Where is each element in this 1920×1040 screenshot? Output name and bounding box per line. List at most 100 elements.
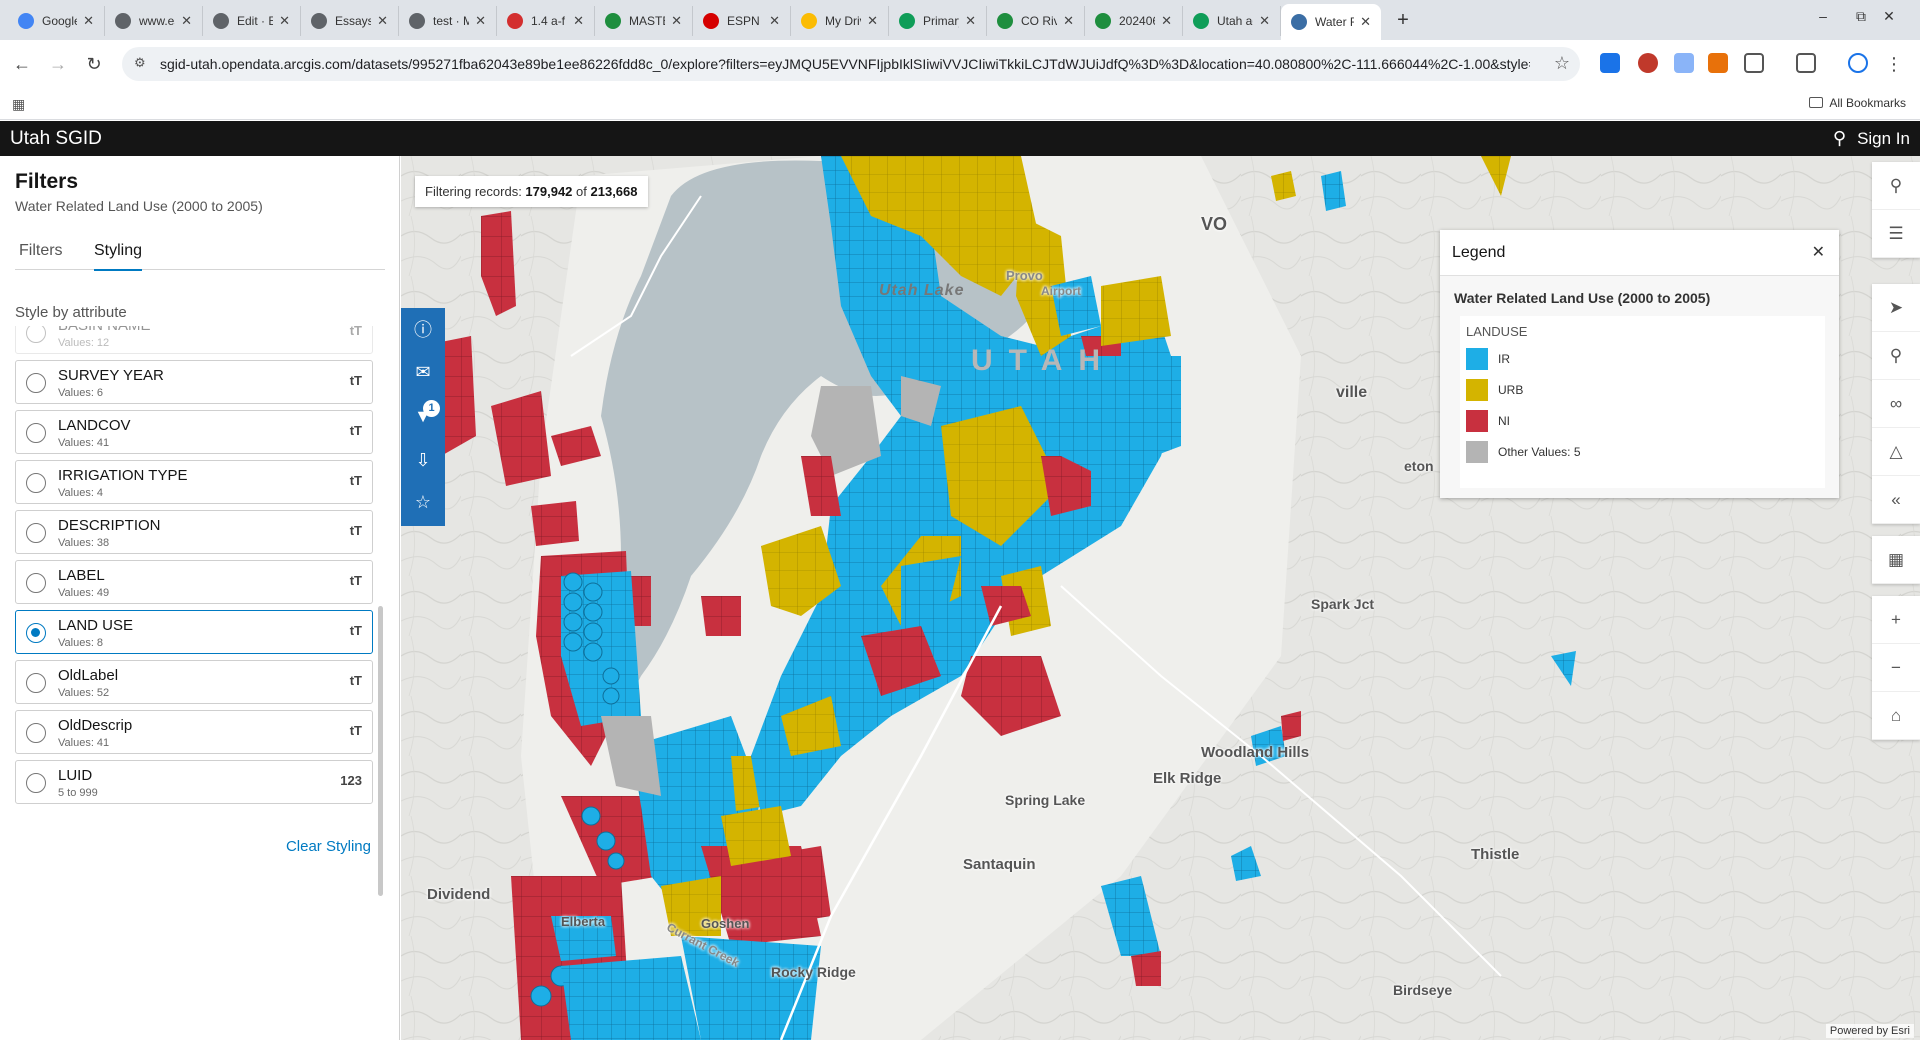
- attribute-item[interactable]: OldLabel Values: 52 tT: [15, 660, 373, 704]
- browser-tab[interactable]: test · Ma ✕: [399, 6, 497, 36]
- browser-tab[interactable]: Google C ✕: [8, 6, 105, 36]
- attribute-item[interactable]: IRRIGATION TYPE Values: 4 tT: [15, 460, 373, 504]
- favorite-star-icon[interactable]: ☆: [401, 482, 445, 522]
- attribute-item[interactable]: LAND USE Values: 8 tT: [15, 610, 373, 654]
- attribute-item[interactable]: OldDescrip Values: 41 tT: [15, 710, 373, 754]
- browser-tab[interactable]: 1.4 a-f Ex ✕: [497, 6, 595, 36]
- attribution[interactable]: Powered by Esri: [1825, 1024, 1914, 1038]
- tab-close-icon[interactable]: ✕: [769, 13, 780, 29]
- window-close-icon[interactable]: ✕: [1874, 8, 1904, 25]
- sign-in-link[interactable]: Sign In: [1857, 129, 1910, 149]
- list-scrollbar[interactable]: [378, 606, 383, 896]
- extension-icon[interactable]: [1638, 53, 1658, 73]
- browser-tab[interactable]: MASTER ✕: [595, 6, 693, 36]
- tab-close-icon[interactable]: ✕: [867, 13, 878, 29]
- radio-button[interactable]: [26, 373, 46, 393]
- search-icon[interactable]: ⚲: [1833, 128, 1846, 149]
- legend-list-icon[interactable]: ☰: [1872, 210, 1920, 258]
- radio-button[interactable]: [26, 623, 46, 643]
- extension-icon[interactable]: [1708, 53, 1728, 73]
- tab-close-icon[interactable]: ✕: [1360, 14, 1371, 30]
- legend-swatch: [1466, 410, 1488, 432]
- radio-button[interactable]: [26, 326, 46, 343]
- legend-title: Legend: [1452, 244, 1506, 261]
- browser-tab[interactable]: CO River ✕: [987, 6, 1085, 36]
- info-icon[interactable]: ⓘ: [401, 310, 445, 350]
- radio-button[interactable]: [26, 723, 46, 743]
- browser-tab[interactable]: Edit · Ess ✕: [203, 6, 301, 36]
- radio-button[interactable]: [26, 423, 46, 443]
- radio-button[interactable]: [26, 673, 46, 693]
- location-pin-icon[interactable]: ⚲: [1872, 332, 1920, 380]
- new-tab-icon[interactable]: +: [1389, 6, 1417, 34]
- browser-tab[interactable]: ESPN - Sc ✕: [693, 6, 791, 36]
- apps-grid-icon[interactable]: ▦: [12, 96, 25, 113]
- site-info-icon[interactable]: ⚙: [134, 55, 152, 73]
- tab-filters[interactable]: Filters: [19, 242, 63, 269]
- all-bookmarks[interactable]: All Bookmarks: [1809, 96, 1906, 110]
- browser-tab[interactable]: 2024062 ✕: [1085, 6, 1183, 36]
- tab-close-icon[interactable]: ✕: [475, 13, 486, 29]
- radio-button[interactable]: [26, 473, 46, 493]
- browser-tab[interactable]: My Drive ✕: [791, 6, 889, 36]
- tab-close-icon[interactable]: ✕: [1161, 13, 1172, 29]
- url-text[interactable]: sgid-utah.opendata.arcgis.com/datasets/9…: [160, 56, 1530, 72]
- browser-tab[interactable]: www.esp ✕: [105, 6, 203, 36]
- profile-icon[interactable]: [1848, 53, 1868, 73]
- place-label: Woodland Hills: [1201, 744, 1310, 761]
- measure-icon[interactable]: ∞: [1872, 380, 1920, 428]
- app-title[interactable]: Utah SGID: [10, 128, 102, 150]
- map-search-icon[interactable]: ⚲: [1872, 162, 1920, 210]
- tab-close-icon[interactable]: ✕: [965, 13, 976, 29]
- tab-close-icon[interactable]: ✕: [1259, 13, 1270, 29]
- tab-close-icon[interactable]: ✕: [1063, 13, 1074, 29]
- comment-icon[interactable]: ✉: [401, 352, 445, 392]
- reload-icon[interactable]: ↻: [82, 52, 106, 76]
- tab-favicon-icon: [899, 13, 915, 29]
- map-view[interactable]: Filtering records: 179,942 of 213,668 ⓘ …: [401, 156, 1920, 1040]
- cast-icon[interactable]: [1796, 53, 1816, 73]
- tab-close-icon[interactable]: ✕: [83, 13, 94, 29]
- address-bar[interactable]: ⚙ sgid-utah.opendata.arcgis.com/datasets…: [122, 47, 1580, 81]
- attribute-item[interactable]: LUID 5 to 999 123: [15, 760, 373, 804]
- attribute-item[interactable]: SURVEY YEAR Values: 6 tT: [15, 360, 373, 404]
- radio-button[interactable]: [26, 573, 46, 593]
- collapse-icon[interactable]: «: [1872, 476, 1920, 524]
- restore-icon[interactable]: ⧉: [1846, 8, 1876, 25]
- filter-icon[interactable]: ▼ 1: [401, 396, 445, 436]
- radio-button[interactable]: [26, 773, 46, 793]
- extensions-puzzle-icon[interactable]: [1744, 53, 1764, 73]
- attribute-item[interactable]: DESCRIPTION Values: 38 tT: [15, 510, 373, 554]
- tab-close-icon[interactable]: ✕: [573, 13, 584, 29]
- browser-tab[interactable]: Primary c ✕: [889, 6, 987, 36]
- basemap-icon[interactable]: △: [1872, 428, 1920, 476]
- extension-icon[interactable]: [1600, 53, 1620, 73]
- radio-button[interactable]: [26, 523, 46, 543]
- attribute-table-icon[interactable]: ▦: [1872, 536, 1920, 584]
- back-icon[interactable]: ←: [10, 52, 34, 76]
- close-icon[interactable]: ✕: [1812, 242, 1825, 262]
- zoom-in-icon[interactable]: +: [1872, 596, 1920, 644]
- bookmark-star-icon[interactable]: ☆: [1554, 53, 1570, 74]
- attribute-list[interactable]: BASIN NAME Values: 12 tT SURVEY YEAR Values:…: [15, 326, 375, 986]
- zoom-out-icon[interactable]: −: [1872, 644, 1920, 692]
- navigate-icon[interactable]: ➤: [1872, 284, 1920, 332]
- tab-close-icon[interactable]: ✕: [671, 13, 682, 29]
- tab-close-icon[interactable]: ✕: [377, 13, 388, 29]
- home-extent-icon[interactable]: ⌂: [1872, 692, 1920, 740]
- attribute-item[interactable]: LABEL Values: 49 tT: [15, 560, 373, 604]
- tab-close-icon[interactable]: ✕: [279, 13, 290, 29]
- tab-close-icon[interactable]: ✕: [181, 13, 192, 29]
- extension-icon[interactable]: [1674, 53, 1694, 73]
- browser-tab[interactable]: Essays · F ✕: [301, 6, 399, 36]
- browser-tab[interactable]: Water Re ✕: [1281, 4, 1381, 40]
- browser-tab[interactable]: Utah ag ✕: [1183, 6, 1281, 36]
- attribute-item[interactable]: LANDCOV Values: 41 tT: [15, 410, 373, 454]
- attribute-item[interactable]: BASIN NAME Values: 12 tT: [15, 326, 373, 354]
- tab-styling[interactable]: Styling: [94, 242, 143, 271]
- download-icon[interactable]: ⇩: [401, 440, 445, 480]
- clear-styling-link[interactable]: Clear Styling: [286, 838, 371, 855]
- minimize-icon[interactable]: –: [1808, 8, 1838, 24]
- browser-menu-icon[interactable]: ⋮: [1882, 52, 1906, 76]
- forward-icon[interactable]: →: [46, 52, 70, 76]
